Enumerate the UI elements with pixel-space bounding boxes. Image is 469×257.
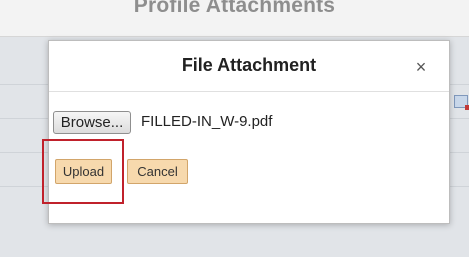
attachment-icon[interactable] <box>454 95 469 110</box>
background-page-title: Profile Attachments <box>133 0 336 17</box>
close-icon[interactable]: × <box>411 57 431 77</box>
upload-highlight-box <box>42 139 124 204</box>
background-header: Profile Attachments <box>0 0 469 37</box>
cancel-button[interactable]: Cancel <box>127 159 188 184</box>
browse-button[interactable]: Browse... <box>53 111 131 134</box>
dialog-header: File Attachment × <box>49 41 449 92</box>
dialog-title: File Attachment <box>181 55 317 75</box>
selected-file-name: FILLED-IN_W-9.pdf <box>141 113 273 130</box>
